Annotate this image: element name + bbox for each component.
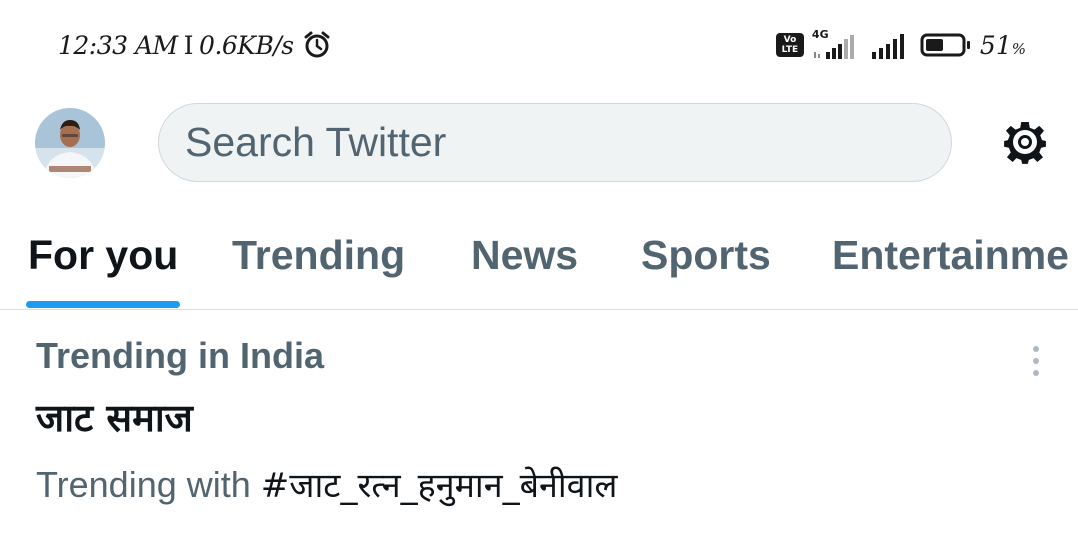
trend-meta-prefix: Trending with: [36, 464, 261, 505]
tab-sports[interactable]: Sports: [641, 232, 771, 279]
search-bar[interactable]: [158, 103, 952, 182]
battery-percent: 51%: [980, 31, 1026, 60]
trend-context: Trending in India: [36, 335, 324, 376]
battery-icon: [920, 33, 970, 57]
alarm-icon: [304, 31, 330, 58]
explore-tabs: For you Trending News Sports Entertainme: [0, 210, 1078, 310]
signal-icon: 4G: [812, 28, 862, 60]
trend-meta: Trending with #जाट_रत्न_हनुमान_बेनीवाल: [36, 461, 617, 507]
status-left: 12:33 AM I 0.6KB/s: [58, 30, 332, 60]
search-input[interactable]: [185, 119, 951, 166]
active-tab-indicator: [26, 301, 180, 308]
battery-percent-value: 51: [979, 30, 1012, 60]
tab-entertainment[interactable]: Entertainme: [832, 232, 1069, 279]
status-time: 12:33 AM: [58, 30, 178, 60]
status-separator: I: [183, 30, 194, 60]
signal-icon: [871, 34, 904, 59]
trend-hashtag[interactable]: #जाट_रत्न_हनुमान_बेनीवाल: [261, 466, 618, 506]
avatar[interactable]: [35, 108, 105, 178]
status-bar: 12:33 AM I 0.6KB/s Vo LTE 4G 51%: [0, 0, 1078, 95]
volte-icon: Vo LTE: [775, 33, 804, 57]
gear-icon[interactable]: [1000, 117, 1050, 167]
tab-trending[interactable]: Trending: [232, 232, 405, 279]
tab-for-you[interactable]: For you: [28, 232, 178, 279]
more-options-icon[interactable]: [1022, 341, 1050, 381]
trend-title: जाट समाज: [36, 396, 193, 440]
status-right: Vo LTE 4G 51%: [775, 28, 1026, 60]
tab-news[interactable]: News: [471, 232, 578, 279]
status-net-speed: 0.6KB/s: [199, 30, 294, 60]
battery-percent-unit: %: [1011, 39, 1026, 58]
trend-item[interactable]: Trending in India जाट समाज Trending with…: [0, 311, 1078, 550]
